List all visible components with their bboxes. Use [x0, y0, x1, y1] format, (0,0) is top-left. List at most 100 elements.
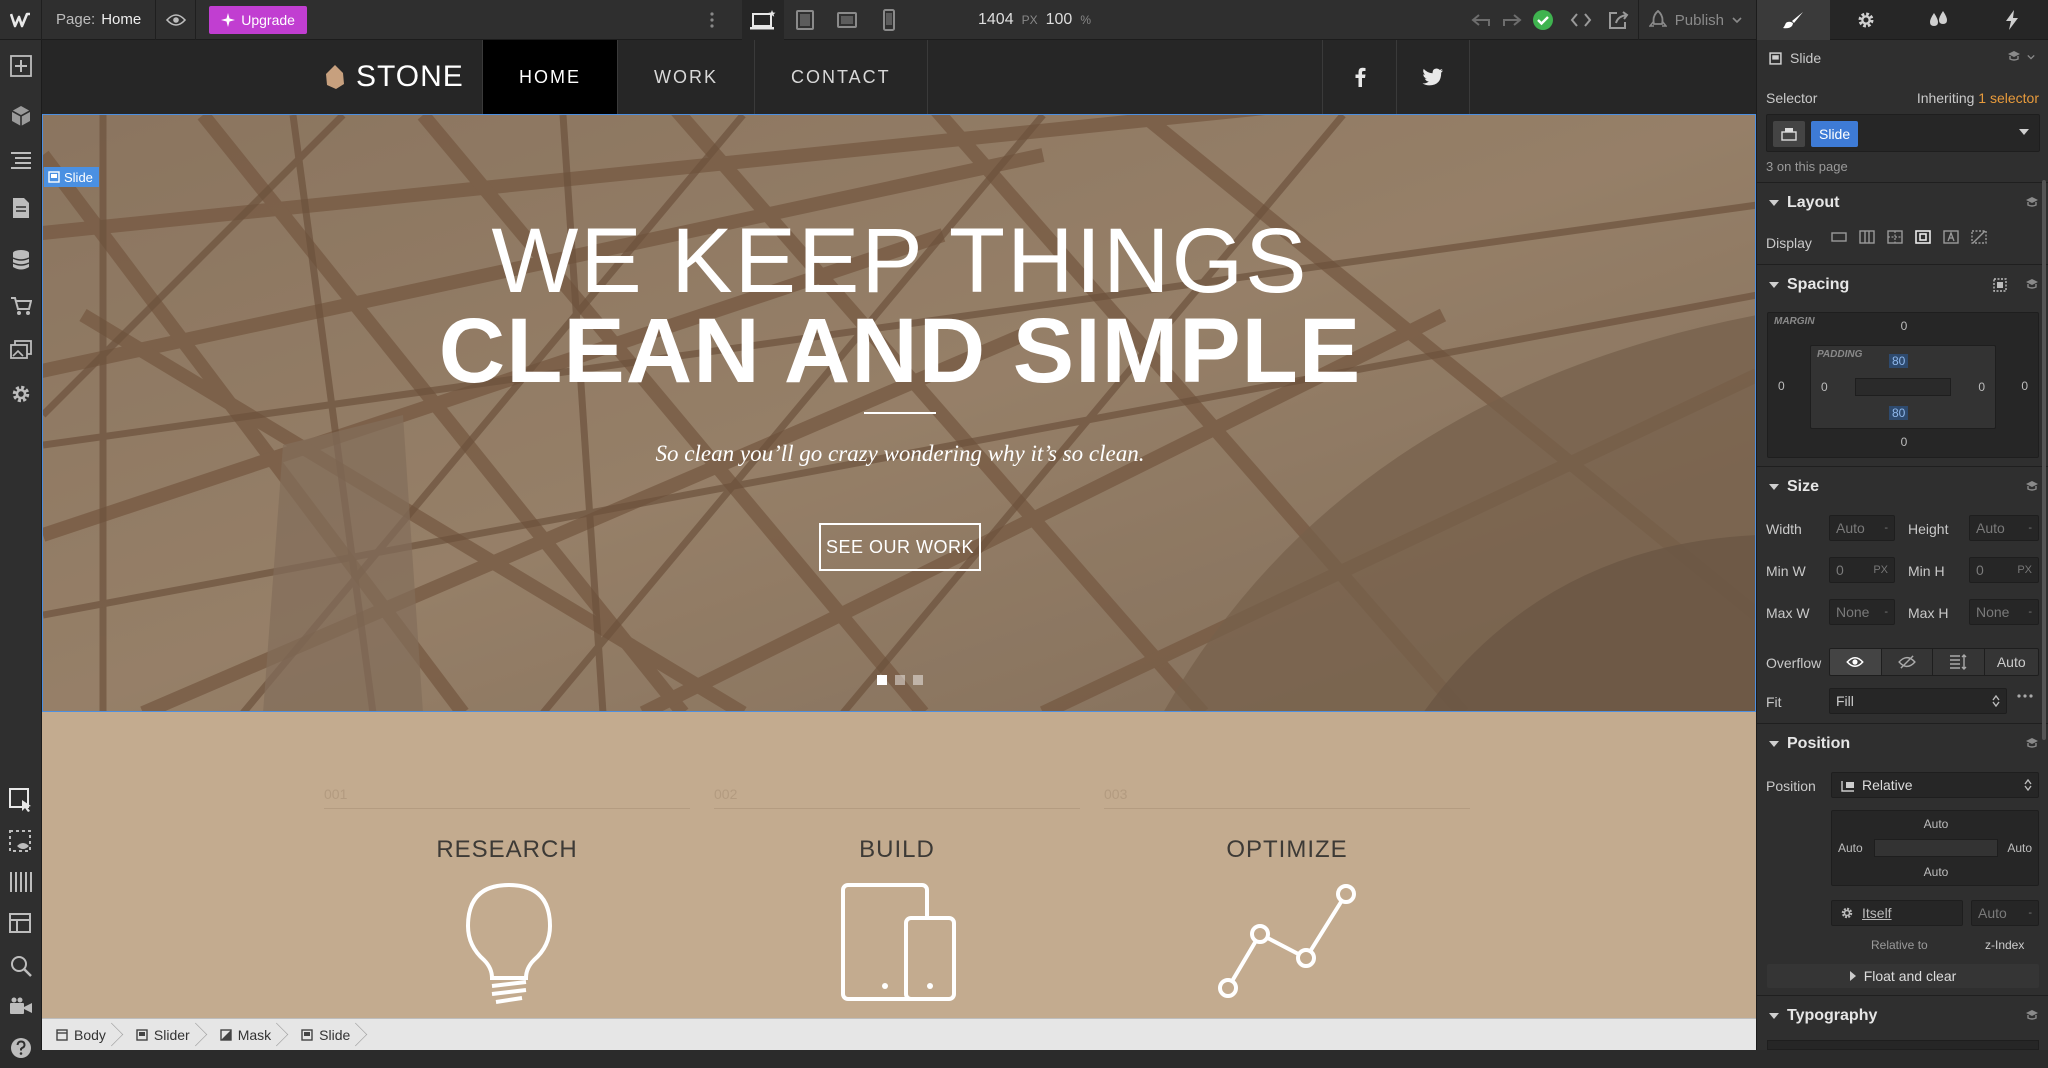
object-fit-select[interactable]: Fill [1829, 688, 2007, 714]
pages-icon[interactable] [0, 188, 42, 228]
size-section-header[interactable]: Size [1757, 466, 2048, 506]
font-family-select[interactable] [1767, 1040, 2039, 1050]
breadcrumb-slide[interactable]: Slide [287, 1019, 366, 1051]
breadcrumb-body[interactable]: Body [42, 1019, 122, 1051]
facebook-icon[interactable] [1322, 40, 1396, 114]
hero-slide[interactable]: Slide WE KEEP THINGS CLEAN AND SIMPLE So… [42, 114, 1756, 712]
min-width-input[interactable]: 0 PX [1829, 557, 1895, 583]
search-icon[interactable] [0, 946, 42, 986]
display-inline-block-icon[interactable] [1915, 230, 1931, 244]
code-export-icon[interactable] [1562, 0, 1600, 40]
more-options-icon[interactable] [700, 0, 724, 40]
typography-section-header[interactable]: Typography [1757, 995, 2048, 1035]
video-tutorial-icon[interactable] [0, 986, 42, 1026]
tablet-landscape-icon[interactable] [784, 0, 826, 40]
position-select[interactable]: Relative [1831, 772, 2039, 798]
design-canvas[interactable]: STONE HOME WORK CONTACT Slide WE KEEP TH… [42, 40, 1756, 1018]
max-height-input[interactable]: None - [1969, 599, 2039, 625]
selector-chip[interactable]: Slide [1811, 121, 1859, 147]
interactions-bolt-icon[interactable] [1975, 0, 2048, 40]
style-manager-drops-icon[interactable] [1903, 0, 1976, 40]
max-width-input[interactable]: None - [1829, 599, 1895, 625]
breadcrumb-slider[interactable]: Slider [122, 1019, 206, 1051]
webflow-logo-icon[interactable] [0, 0, 42, 40]
width-input[interactable]: Auto - [1829, 515, 1895, 541]
see-our-work-button[interactable]: SEE OUR WORK [819, 523, 981, 571]
mobile-device-icon[interactable] [868, 0, 910, 40]
settings-gear-icon[interactable] [0, 374, 42, 414]
offset-left-value[interactable]: Auto [1838, 841, 1863, 855]
share-icon[interactable] [1600, 0, 1638, 40]
nav-link-contact[interactable]: CONTACT [755, 40, 928, 114]
panel-scrollbar[interactable] [2042, 180, 2046, 740]
margin-left-value[interactable]: 0 [1778, 379, 1785, 393]
inheriting-info[interactable]: Inheriting 1 selector [1917, 90, 2039, 106]
add-elements-icon[interactable] [0, 46, 42, 86]
offset-right-value[interactable]: Auto [2007, 841, 2032, 855]
margin-box[interactable]: MARGIN 0 0 0 0 PADDING 80 80 0 0 [1767, 312, 2039, 458]
symbols-cube-icon[interactable] [0, 96, 42, 136]
position-offsets-box[interactable]: Auto Auto Auto Auto [1831, 810, 2039, 886]
height-input[interactable]: Auto - [1969, 515, 2039, 541]
position-section-header[interactable]: Position [1757, 723, 2048, 763]
display-flex-icon[interactable] [1859, 230, 1875, 244]
inheriting-selector-link[interactable]: 1 selector [1978, 90, 2039, 106]
overflow-hidden-icon[interactable] [1881, 649, 1933, 675]
site-navbar[interactable]: STONE HOME WORK CONTACT [42, 40, 1756, 114]
slider-dot-3[interactable] [913, 675, 923, 685]
padding-top-value[interactable]: 80 [1889, 354, 1909, 368]
grid-guides-icon[interactable] [0, 862, 42, 902]
slider-dot-2[interactable] [895, 675, 905, 685]
selector-class-icon[interactable] [1773, 121, 1805, 147]
offset-top-value[interactable]: Auto [1832, 817, 2040, 831]
hero-subtitle[interactable]: So clean you’ll go crazy wondering why i… [43, 441, 1755, 467]
twitter-icon[interactable] [1396, 40, 1470, 114]
float-and-clear-toggle[interactable]: Float and clear [1767, 964, 2039, 988]
z-index-input[interactable]: Auto - [1971, 900, 2039, 926]
preview-selection-icon[interactable] [0, 822, 42, 862]
selector-field[interactable]: Slide [1766, 114, 2040, 152]
display-block-icon[interactable] [1831, 230, 1847, 244]
preview-eye-icon[interactable] [156, 0, 197, 40]
features-section[interactable]: 001 RESEARCH 002 BUILD 003 OPTIMIZE [42, 712, 1756, 1018]
redo-icon[interactable] [1500, 0, 1524, 40]
slider-dot-1[interactable] [877, 675, 887, 685]
layout-panels-icon[interactable] [0, 904, 42, 944]
nav-link-work[interactable]: WORK [618, 40, 755, 114]
display-inline-icon[interactable] [1943, 230, 1959, 244]
padding-right-value[interactable]: 0 [1978, 380, 1985, 394]
help-icon[interactable] [0, 1028, 42, 1068]
select-element-icon[interactable] [0, 780, 42, 820]
undo-icon[interactable] [1462, 0, 1500, 40]
style-brush-icon[interactable] [1757, 0, 1830, 40]
breadcrumb-mask[interactable]: Mask [206, 1019, 287, 1051]
overflow-scroll-icon[interactable] [1933, 649, 1985, 675]
more-options-icon[interactable] [2017, 694, 2033, 698]
spacing-section-header[interactable]: Spacing [1757, 264, 2048, 304]
nav-link-home[interactable]: HOME [482, 40, 618, 114]
display-none-icon[interactable] [1971, 230, 1987, 244]
layout-section-header[interactable]: Layout [1757, 182, 2048, 222]
page-selector[interactable]: Page: Home [42, 0, 157, 40]
padding-box[interactable]: PADDING 80 80 0 0 [1810, 345, 1996, 429]
zoom-value[interactable]: 100 [1046, 11, 1073, 29]
offset-bottom-value[interactable]: Auto [1832, 865, 2040, 879]
desktop-device-icon[interactable] [742, 0, 784, 40]
padding-left-value[interactable]: 0 [1821, 380, 1828, 394]
publish-button[interactable]: Publish [1637, 0, 1756, 40]
min-height-input[interactable]: 0 PX [1969, 557, 2039, 583]
display-grid-icon[interactable] [1887, 230, 1903, 244]
margin-top-value[interactable]: 0 [1768, 319, 2040, 333]
element-settings-gear-icon[interactable] [1830, 0, 1903, 40]
margin-right-value[interactable]: 0 [2021, 379, 2028, 393]
overflow-auto-option[interactable]: Auto [1984, 649, 2038, 675]
margin-bottom-value[interactable]: 0 [1768, 435, 2040, 449]
cms-database-icon[interactable] [0, 240, 42, 280]
tablet-portrait-icon[interactable] [826, 0, 868, 40]
navigator-icon[interactable] [0, 140, 42, 180]
ecommerce-cart-icon[interactable] [0, 286, 42, 326]
canvas-width-value[interactable]: 1404 [978, 11, 1014, 29]
relative-to-input[interactable]: Itself [1831, 900, 1963, 926]
spacing-box-icon[interactable] [1993, 278, 2007, 292]
component-cap-icon[interactable] [2007, 50, 2021, 62]
